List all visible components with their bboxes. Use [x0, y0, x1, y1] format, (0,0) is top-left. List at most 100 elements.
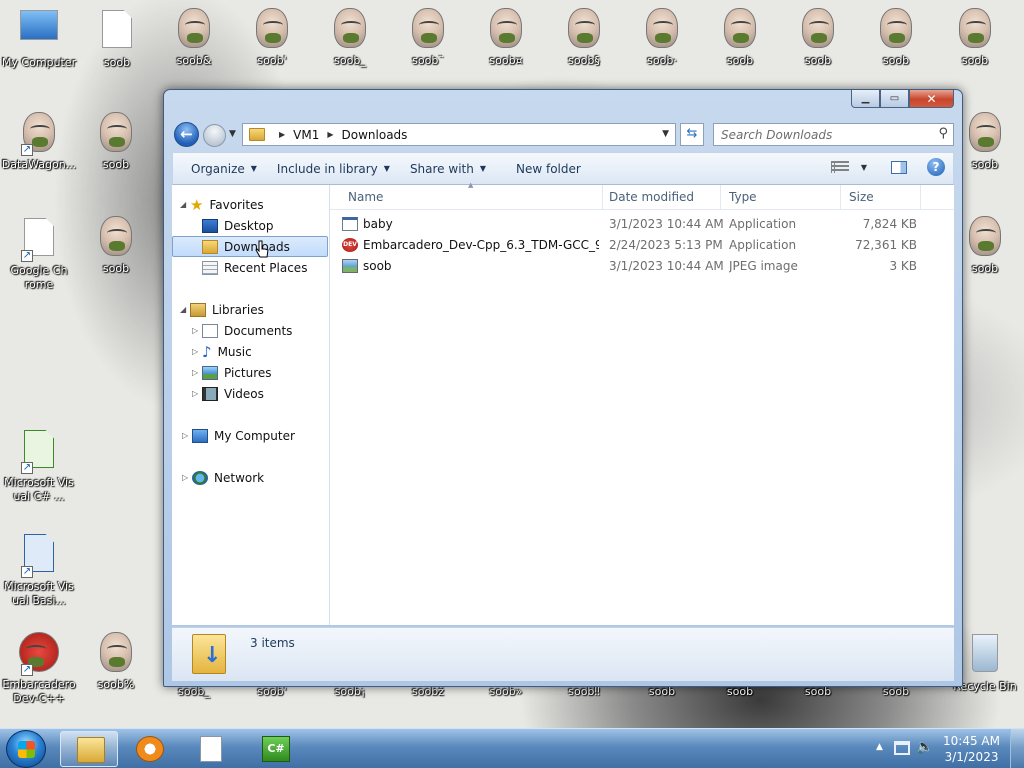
- expand-arrow-icon[interactable]: ▷: [192, 347, 202, 356]
- back-arrow-icon: ←: [180, 125, 193, 143]
- volume-icon[interactable]: 🔈: [916, 739, 933, 755]
- breadcrumb-downloads[interactable]: Downloads: [342, 128, 408, 142]
- desktop-icon-datawagon[interactable]: ↗ DataWagon...: [0, 112, 78, 172]
- search-icon[interactable]: ⚲: [938, 126, 948, 141]
- desktop-icon-soob[interactable]: soob: [78, 8, 156, 70]
- column-header-date-modified[interactable]: Date modified: [601, 185, 721, 210]
- preview-pane-icon[interactable]: [891, 160, 907, 174]
- caption-buttons: ▁ ▭ ✕: [851, 90, 954, 108]
- column-header-type[interactable]: Type: [721, 185, 841, 210]
- desktop-icon-soob[interactable]: soob: [77, 112, 155, 172]
- forward-button[interactable]: [203, 124, 226, 147]
- back-button[interactable]: ←: [174, 122, 199, 147]
- include-in-library-button[interactable]: Include in library ▼: [267, 162, 400, 176]
- file-name: Embarcadero_Dev-Cpp_6.3_TDM-GCC_9....: [363, 238, 599, 252]
- expand-arrow-icon[interactable]: ▷: [182, 473, 192, 482]
- recent-pages-dropdown[interactable]: ▼: [229, 129, 236, 139]
- expand-arrow-icon[interactable]: ◢: [180, 200, 190, 209]
- desktop-icon-embarcadero[interactable]: ↗ Embarcadero Dev-C++: [0, 632, 78, 706]
- expand-arrow-icon[interactable]: ◢: [180, 305, 190, 314]
- desktop-icon-label: soob': [257, 685, 287, 698]
- desktop-icon-visual-basic[interactable]: ↗ Microsoft Visual Basi...: [0, 532, 78, 608]
- nav-label: Desktop: [224, 218, 274, 233]
- soob-image-icon: [798, 8, 838, 52]
- new-folder-button[interactable]: New folder: [506, 162, 591, 176]
- maximize-button[interactable]: ▭: [880, 90, 909, 108]
- desktop-icon-label: soob»: [489, 685, 523, 698]
- desktop-icon-label: soob: [726, 685, 754, 698]
- file-row[interactable]: DEV Embarcadero_Dev-Cpp_6.3_TDM-GCC_9....…: [330, 235, 954, 256]
- desktop-icon-soob[interactable]: soob': [233, 8, 311, 68]
- desktop-icon-soob[interactable]: soob¤: [467, 8, 545, 68]
- desktop-icon: [202, 218, 218, 233]
- desktop-icon-label: soob·: [647, 54, 677, 67]
- taskbar-file-button[interactable]: [182, 731, 240, 767]
- command-bar: Organize ▼ Include in library ▼ Share with…: [172, 152, 954, 185]
- clock[interactable]: 10:45 AM 3/1/2023: [943, 733, 1000, 765]
- refresh-button[interactable]: ⇆: [680, 123, 704, 146]
- taskbar-media-player-button[interactable]: [120, 731, 178, 767]
- change-view-icon[interactable]: [830, 161, 849, 173]
- breadcrumb-vm1[interactable]: VM1: [293, 128, 319, 142]
- nav-label: Videos: [224, 386, 264, 401]
- desktop-icon-soob[interactable]: soob: [857, 8, 935, 68]
- nav-libraries[interactable]: ◢ Libraries: [180, 299, 264, 320]
- nav-favorites[interactable]: ◢ ★ Favorites: [180, 194, 264, 215]
- minimize-icon: ▁: [861, 93, 870, 104]
- breadcrumb-separator-icon[interactable]: ▶: [279, 130, 285, 139]
- address-dropdown-icon[interactable]: ▼: [662, 129, 669, 139]
- expand-arrow-icon[interactable]: ▷: [182, 431, 192, 440]
- taskbar-explorer-button[interactable]: [60, 731, 118, 767]
- breadcrumb-separator-icon[interactable]: ▶: [327, 130, 333, 139]
- desktop-icon-soob[interactable]: soob_: [311, 8, 389, 68]
- nav-downloads[interactable]: Downloads: [172, 236, 328, 257]
- desktop-icon-google-chrome[interactable]: ↗ Google Chrome: [0, 216, 78, 292]
- expand-arrow-icon[interactable]: ▷: [192, 389, 202, 398]
- nav-recent-places[interactable]: Recent Places: [202, 257, 307, 278]
- desktop-icon-soob[interactable]: soob·: [623, 8, 701, 68]
- file-row[interactable]: baby 3/1/2023 10:44 AM Application 7,824 KB: [330, 214, 954, 235]
- desktop-icon-soob[interactable]: soob§: [545, 8, 623, 68]
- desktop-icon-soob[interactable]: soob¨: [389, 8, 467, 68]
- desktop-icon-label: soob: [882, 54, 910, 67]
- nav-desktop[interactable]: Desktop: [202, 215, 274, 236]
- desktop-icon-soob[interactable]: soob%: [77, 632, 155, 692]
- start-button[interactable]: [6, 730, 46, 768]
- column-header-name[interactable]: Name: [340, 185, 603, 210]
- nav-videos[interactable]: ▷ Videos: [192, 383, 264, 404]
- nav-network[interactable]: ▷ Network: [182, 467, 264, 488]
- network-status-icon[interactable]: [894, 741, 910, 755]
- taskbar-visual-csharp-button[interactable]: C#: [246, 731, 304, 767]
- desktop-icon-visual-csharp[interactable]: ↗ Microsoft Visual C# ...: [0, 428, 78, 504]
- show-desktop-button[interactable]: [1010, 729, 1024, 768]
- search-input[interactable]: [721, 127, 921, 142]
- file-row[interactable]: soob 3/1/2023 10:44 AM JPEG image 3 KB: [330, 256, 954, 277]
- desktop-icon-label: soob¤: [489, 54, 523, 67]
- desktop-icon-soob[interactable]: soob: [701, 8, 779, 68]
- expand-arrow-icon[interactable]: ▷: [192, 326, 202, 335]
- nav-music[interactable]: ▷ ♪ Music: [192, 341, 252, 362]
- desktop-icon-label: My Computer: [1, 56, 77, 69]
- organize-label: Organize: [191, 161, 245, 176]
- chevron-down-icon[interactable]: ▼: [861, 163, 867, 172]
- soob-image-icon: [252, 8, 292, 52]
- expand-arrow-icon[interactable]: ▷: [192, 368, 202, 377]
- minimize-button[interactable]: ▁: [851, 90, 880, 108]
- desktop-icon-soob[interactable]: soob: [936, 8, 1014, 68]
- desktop-icon-soob[interactable]: soob: [77, 216, 155, 276]
- desktop-icon-soob[interactable]: soob: [779, 8, 857, 68]
- desktop-icon-soob[interactable]: soob&: [155, 8, 233, 68]
- help-icon[interactable]: ?: [927, 158, 945, 176]
- file-list: ▲ Name Date modified Type Size baby 3/1/2…: [330, 181, 954, 625]
- column-header-size[interactable]: Size: [841, 185, 921, 210]
- desktop-icon-label: soob_: [334, 54, 366, 67]
- desktop-icon-my-computer[interactable]: My Computer: [0, 8, 78, 70]
- share-with-button[interactable]: Share with ▼: [400, 162, 496, 176]
- organize-button[interactable]: Organize ▼: [181, 162, 267, 176]
- nav-my-computer[interactable]: ▷ My Computer: [182, 425, 295, 446]
- show-hidden-icons-icon[interactable]: ▲: [876, 742, 883, 752]
- address-bar[interactable]: ▶ VM1 ▶ Downloads ▼: [242, 123, 676, 146]
- nav-documents[interactable]: ▷ Documents: [192, 320, 292, 341]
- nav-pictures[interactable]: ▷ Pictures: [192, 362, 272, 383]
- close-button[interactable]: ✕: [909, 90, 954, 108]
